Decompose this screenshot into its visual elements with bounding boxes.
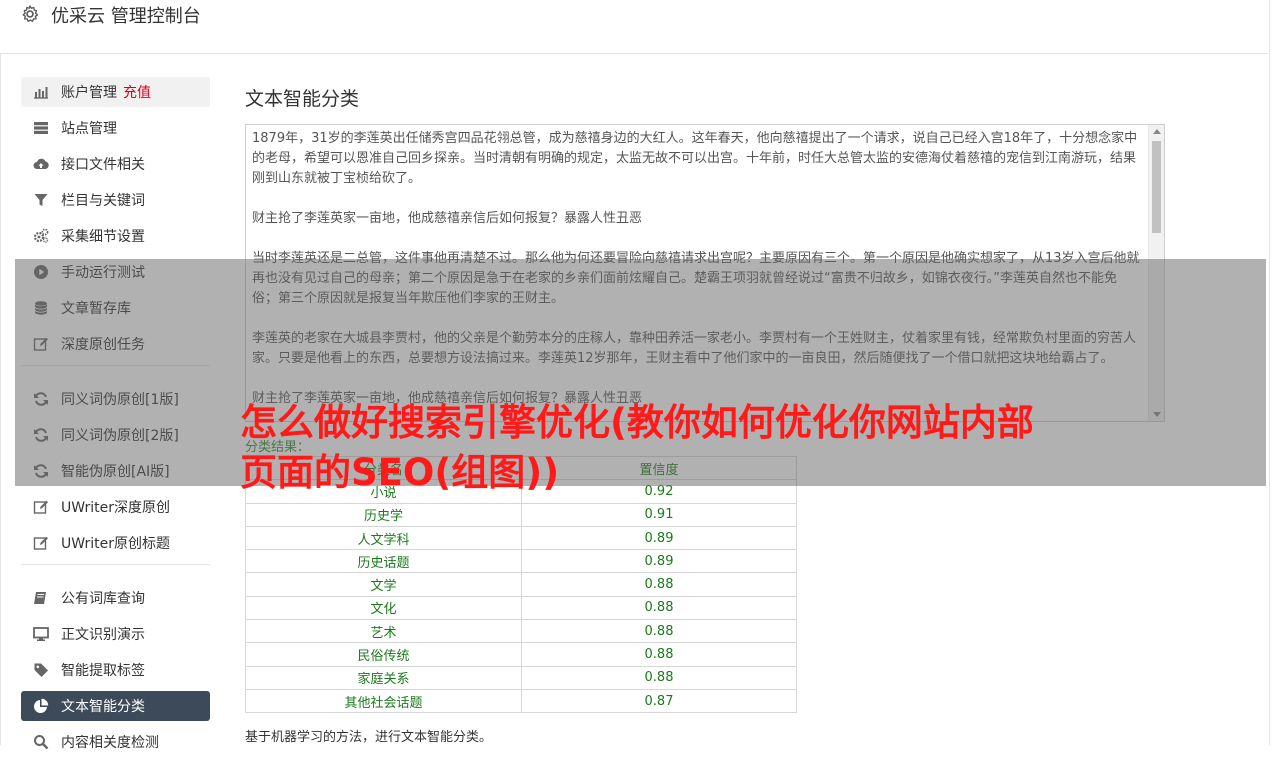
text-paragraph: 财主抢了李莲英家一亩地，他成慈禧亲信后如何报复？暴露人性丑恶 <box>252 211 643 226</box>
table-row: 民俗传统 0.88 <box>245 642 797 667</box>
table-row: 人文学科 0.89 <box>245 525 797 551</box>
pie-chart-icon <box>32 698 49 715</box>
sidebar-item-columns-keywords[interactable]: 栏目与关键词 <box>21 185 210 215</box>
search-icon <box>32 734 49 751</box>
category-cell: 民俗传统 <box>245 642 522 667</box>
gear-icon[interactable] <box>20 4 40 24</box>
table-row: 其他社会话题 0.87 <box>245 688 797 714</box>
sidebar-item-public-lexicon[interactable]: 公有词库查询 <box>21 583 210 613</box>
bar-chart-icon <box>32 84 49 101</box>
category-cell: 历史话题 <box>245 549 522 574</box>
confidence-cell: 0.89 <box>521 525 797 551</box>
confidence-cell: 0.88 <box>521 595 797 621</box>
sidebar-item-label: 公有词库查询 <box>61 591 145 607</box>
sidebar-item-api-files[interactable]: 接口文件相关 <box>21 149 210 179</box>
sidebar-item-label: 栏目与关键词 <box>61 193 145 209</box>
sidebar-item-text-recognition[interactable]: 正文识别演示 <box>21 619 210 649</box>
recharge-link[interactable]: 充值 <box>123 82 151 102</box>
table-row: 文学 0.88 <box>245 572 797 597</box>
scroll-up-arrow-icon[interactable] <box>1153 129 1161 134</box>
sidebar-item-uwriter-deep[interactable]: UWriter深度原创 <box>21 492 210 522</box>
top-header: 优采云 管理控制台 <box>0 0 1268 54</box>
table-row: 艺术 0.88 <box>245 619 797 644</box>
server-icon <box>32 120 49 137</box>
sidebar-item-label: 内容相关度检测 <box>61 735 159 751</box>
confidence-cell: 0.88 <box>521 665 797 690</box>
category-cell: 文化 <box>245 595 522 621</box>
sidebar-item-label: 账户管理 <box>61 85 117 101</box>
cloud-upload-icon <box>32 156 49 173</box>
table-row: 文化 0.88 <box>245 595 797 621</box>
book-icon <box>32 590 49 607</box>
cogs-icon <box>32 228 49 245</box>
category-cell: 家庭关系 <box>245 665 522 690</box>
sidebar-divider <box>21 564 210 565</box>
confidence-cell: 0.88 <box>521 619 797 644</box>
app-title: 优采云 管理控制台 <box>51 6 201 27</box>
sidebar-item-label: UWriter原创标题 <box>61 536 170 552</box>
scroll-thumb[interactable] <box>1152 141 1161 233</box>
sidebar-item-relevance-check[interactable]: 内容相关度检测 <box>21 727 210 757</box>
category-cell: 其他社会话题 <box>245 688 522 714</box>
sidebar-item-text-classification[interactable]: 文本智能分类 <box>21 691 210 721</box>
table-row: 历史学 0.91 <box>245 502 797 527</box>
sidebar-item-account[interactable]: 账户管理 充值 <box>21 77 210 107</box>
sidebar-item-smart-tags[interactable]: 智能提取标签 <box>21 655 210 685</box>
sidebar-item-label: 正文识别演示 <box>61 627 145 643</box>
sidebar-item-collect-settings[interactable]: 采集细节设置 <box>21 221 210 251</box>
confidence-cell: 0.91 <box>521 502 797 527</box>
sidebar-item-sites[interactable]: 站点管理 <box>21 113 210 143</box>
text-paragraph: 1879年，31岁的李莲英出任储秀宫四品花翎总管，成为慈禧身边的大红人。这年春天… <box>252 131 1138 186</box>
edit-icon <box>32 499 49 516</box>
edit-icon <box>32 535 49 552</box>
filter-icon <box>32 192 49 209</box>
method-footnote: 基于机器学习的方法，进行文本智能分类。 <box>245 730 493 745</box>
sidebar-item-label: 文本智能分类 <box>61 699 145 715</box>
overlay-headline: 怎么做好搜索引擎优化(教你如何优化你网站内部页面的SEO(组图)) <box>240 401 1034 494</box>
confidence-cell: 0.88 <box>521 642 797 667</box>
sidebar-item-label: 智能提取标签 <box>61 663 145 679</box>
confidence-cell: 0.87 <box>521 688 797 714</box>
page-title: 文本智能分类 <box>245 88 360 110</box>
confidence-cell: 0.89 <box>521 549 797 574</box>
sidebar-item-label: 站点管理 <box>61 121 117 137</box>
sidebar-item-label: 采集细节设置 <box>61 229 145 245</box>
table-row: 历史话题 0.89 <box>245 549 797 574</box>
sidebar-item-label: UWriter深度原创 <box>61 500 170 516</box>
table-row: 家庭关系 0.88 <box>245 665 797 690</box>
category-cell: 文学 <box>245 572 522 597</box>
confidence-cell: 0.88 <box>521 572 797 597</box>
tag-icon <box>32 662 49 679</box>
sidebar-item-uwriter-title[interactable]: UWriter原创标题 <box>21 528 210 558</box>
sidebar-item-label: 接口文件相关 <box>61 157 145 173</box>
category-cell: 历史学 <box>245 502 522 527</box>
category-cell: 艺术 <box>245 619 522 644</box>
category-cell: 人文学科 <box>245 525 522 551</box>
desktop-icon <box>32 626 49 643</box>
